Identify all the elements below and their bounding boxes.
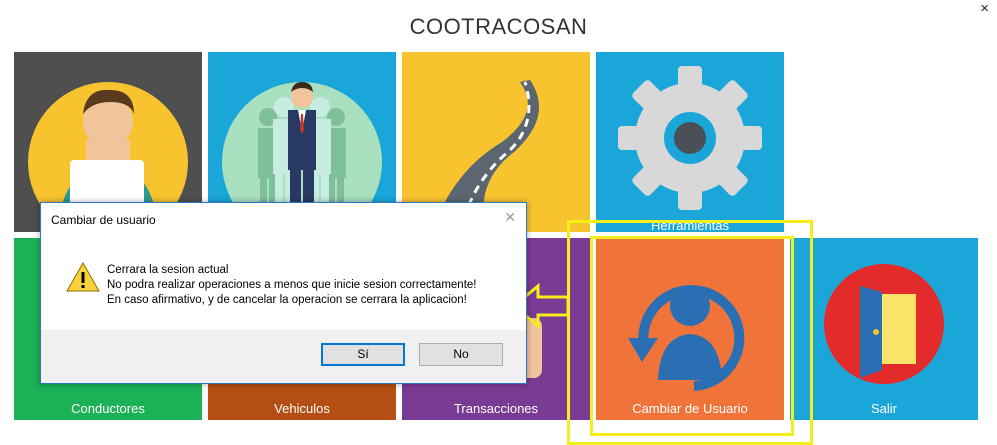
- change-user-dialog: Cambiar de usuario ✕ Cerrara la sesion a…: [40, 202, 527, 384]
- close-app-button[interactable]: ×: [980, 0, 989, 17]
- dialog-title: Cambiar de usuario: [51, 213, 156, 227]
- dialog-message-line1: Cerrara la sesion actual: [107, 264, 229, 276]
- yes-button[interactable]: Sí: [321, 343, 405, 366]
- tile-salir-label: Salir: [870, 401, 897, 416]
- dialog-close-icon[interactable]: ✕: [504, 209, 516, 226]
- app-title: COOTRACOSAN: [409, 14, 588, 39]
- tile-herramientas-label: Herramientas: [650, 218, 730, 232]
- tile-herramientas[interactable]: Herramientas: [596, 52, 784, 232]
- exit-door-icon: [824, 264, 944, 384]
- dialog-message-line2: No podra realizar operaciones a menos qu…: [107, 279, 477, 291]
- dialog-message: Cerrara la sesion actual No podra realiz…: [107, 263, 476, 308]
- dialog-footer: Sí No: [41, 330, 526, 383]
- tile-transacciones-label: Transacciones: [453, 401, 539, 416]
- no-button[interactable]: No: [419, 343, 503, 366]
- tile-cambiar-usuario-label: Cambiar de Usuario: [632, 401, 748, 416]
- gear-icon: [618, 66, 762, 210]
- tile-vehiculos-label: Vehiculos: [274, 401, 330, 416]
- tile-cambiar-usuario[interactable]: Cambiar de Usuario: [596, 238, 784, 420]
- warning-icon: [66, 261, 100, 292]
- switch-user-icon: [628, 285, 745, 391]
- dialog-message-line3: En caso afirmativo, y de cancelar la ope…: [107, 294, 467, 306]
- tile-salir[interactable]: Salir: [790, 238, 978, 420]
- tile-conductores-label: Conductores: [71, 401, 145, 416]
